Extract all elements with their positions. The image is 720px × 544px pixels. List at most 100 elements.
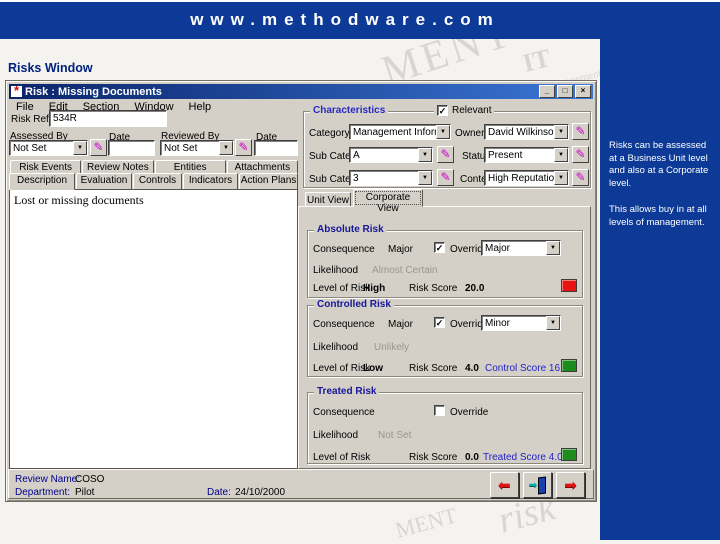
- controlled-risk-title: Controlled Risk: [314, 299, 394, 310]
- maximize-button-icon[interactable]: □: [557, 85, 573, 98]
- pencil-icon: ✎: [440, 147, 451, 161]
- relevant-label: Relevant: [452, 105, 492, 116]
- chevron-down-icon[interactable]: ▼: [546, 241, 560, 255]
- department-label: Department:: [15, 487, 71, 498]
- sub-categ-1-select[interactable]: A ▼: [349, 147, 433, 163]
- tab-controls[interactable]: Controls: [133, 173, 182, 190]
- override-value: Major: [485, 243, 511, 254]
- watermark-text: MENT: [392, 502, 460, 543]
- tab-attachments[interactable]: Attachments: [226, 160, 298, 174]
- front-tab-row: Description Evaluation Controls Indicato…: [9, 173, 298, 190]
- description-textarea[interactable]: Lost or missing documents: [9, 189, 298, 469]
- absolute-risk-group: Absolute Risk Consequence Major ✓ Overri…: [307, 224, 583, 298]
- menu-help[interactable]: Help: [189, 101, 212, 113]
- consequence-label: Consequence: [313, 319, 375, 330]
- department-value: Pilot: [75, 487, 95, 498]
- previous-record-button[interactable]: ➡: [490, 472, 519, 498]
- controlled-risk-group: Controlled Risk Consequence Major ✓ Over…: [307, 299, 583, 377]
- assessed-by-select[interactable]: Not Set ▼: [9, 140, 88, 156]
- level-of-risk-label: Level of Risk: [313, 452, 371, 463]
- watermark-text: IT: [519, 43, 554, 78]
- chevron-down-icon[interactable]: ▼: [418, 171, 432, 185]
- override-select[interactable]: Minor ▼: [481, 315, 561, 331]
- window-title: Risk : Missing Documents: [25, 85, 162, 98]
- pencil-icon: ✎: [93, 140, 104, 154]
- treated-score-text: Treated Score 4.0: [483, 452, 563, 463]
- tab-unit-view[interactable]: Unit View: [305, 192, 351, 207]
- consequence-label: Consequence: [313, 407, 375, 418]
- risk-ref-label: Risk Ref: [11, 114, 49, 125]
- sub-categ-2-edit-button[interactable]: ✎: [437, 169, 454, 186]
- tab-evaluation[interactable]: Evaluation: [76, 173, 132, 190]
- owner-edit-button[interactable]: ✎: [572, 123, 589, 140]
- side-note-para1: Risks can be assessed at a Business Unit…: [609, 140, 709, 190]
- exit-door-icon: ➡: [528, 479, 538, 491]
- likelihood-value: Almost Certain: [372, 265, 438, 276]
- side-note-para2: This allows buy in at all levels of mana…: [609, 203, 707, 228]
- close-button-icon[interactable]: ×: [575, 85, 591, 98]
- menu-file[interactable]: File: [16, 101, 34, 113]
- context-edit-button[interactable]: ✎: [572, 169, 589, 186]
- level-of-risk-label: Level of Risk: [313, 283, 371, 294]
- arrow-right-icon: ➡: [564, 476, 577, 494]
- assessed-by-edit-button[interactable]: ✎: [90, 139, 107, 156]
- reviewed-by-edit-button[interactable]: ✎: [235, 139, 252, 156]
- date-label: Date:: [207, 487, 231, 498]
- risk-score-value: 4.0: [465, 363, 479, 374]
- context-value: High Reputational Ri: [488, 173, 554, 184]
- control-score-text: Control Score 16.0: [485, 363, 569, 374]
- risk-score-label: Risk Score: [409, 452, 458, 463]
- minimize-button-icon[interactable]: _: [539, 85, 555, 98]
- risk-sections-panel: Absolute Risk Consequence Major ✓ Overri…: [298, 206, 591, 469]
- next-record-button[interactable]: ➡: [556, 472, 585, 498]
- sub-categ-2-value: 3: [353, 173, 359, 184]
- chevron-down-icon[interactable]: ▼: [73, 141, 87, 155]
- chevron-down-icon[interactable]: ▼: [546, 316, 560, 330]
- title-bar[interactable]: * Risk : Missing Documents _ □ ×: [9, 84, 593, 99]
- category-select[interactable]: Management Information 8 ▼: [349, 124, 451, 140]
- reviewed-by-select[interactable]: Not Set ▼: [160, 140, 234, 156]
- context-select[interactable]: High Reputational Ri ▼: [484, 170, 569, 186]
- tab-description[interactable]: Description: [9, 173, 75, 190]
- check-icon: ✓: [435, 243, 444, 253]
- owner-select[interactable]: David Wilkinson ▼: [484, 124, 569, 140]
- tab-review-notes[interactable]: Review Notes: [82, 160, 154, 174]
- side-panel: Risks can be assessed at a Business Unit…: [600, 39, 720, 540]
- pencil-icon: ✎: [238, 140, 249, 154]
- status-select[interactable]: Present ▼: [484, 147, 569, 163]
- risk-score-value: 20.0: [465, 283, 485, 294]
- risk-score-label: Risk Score: [409, 283, 458, 294]
- tab-entities[interactable]: Entities: [154, 160, 226, 174]
- tab-action-plans[interactable]: Action Plans: [239, 173, 298, 190]
- category-label: Category: [309, 128, 350, 139]
- chevron-down-icon[interactable]: ▼: [219, 141, 233, 155]
- override-select[interactable]: Major ▼: [481, 240, 561, 256]
- risk-score-value: 0.0: [465, 452, 479, 463]
- exit-button[interactable]: ➡: [523, 472, 552, 498]
- chevron-down-icon[interactable]: ▼: [436, 125, 450, 139]
- level-of-risk-value: High: [363, 283, 386, 294]
- chevron-down-icon[interactable]: ▼: [418, 148, 432, 162]
- override-checkbox[interactable]: [434, 405, 445, 416]
- characteristics-group: Characteristics ✓ Relevant Category Mana…: [303, 105, 591, 188]
- relevant-checkbox[interactable]: ✓: [437, 105, 448, 116]
- risk-level-indicator: [561, 279, 577, 292]
- chevron-down-icon[interactable]: ▼: [554, 148, 568, 162]
- status-edit-button[interactable]: ✎: [572, 146, 589, 163]
- sub-categ-2-select[interactable]: 3 ▼: [349, 170, 433, 186]
- chevron-down-icon[interactable]: ▼: [554, 125, 568, 139]
- risk-ref-input[interactable]: 534R: [49, 110, 167, 127]
- app-icon: *: [11, 86, 22, 97]
- tab-risk-events[interactable]: Risk Events: [10, 160, 82, 174]
- chevron-down-icon[interactable]: ▼: [554, 171, 568, 185]
- site-url: www.methodware.com: [190, 10, 500, 29]
- tab-corporate-view[interactable]: Corporate View: [353, 189, 423, 214]
- tab-indicators[interactable]: Indicators: [183, 173, 238, 190]
- assessed-date-input[interactable]: [108, 140, 155, 156]
- reviewed-date-input[interactable]: [254, 140, 298, 156]
- override-checkbox[interactable]: ✓: [434, 317, 445, 328]
- sub-categ-1-edit-button[interactable]: ✎: [437, 146, 454, 163]
- absolute-risk-title: Absolute Risk: [314, 224, 387, 235]
- assessed-by-value: Not Set: [13, 143, 47, 154]
- override-checkbox[interactable]: ✓: [434, 242, 445, 253]
